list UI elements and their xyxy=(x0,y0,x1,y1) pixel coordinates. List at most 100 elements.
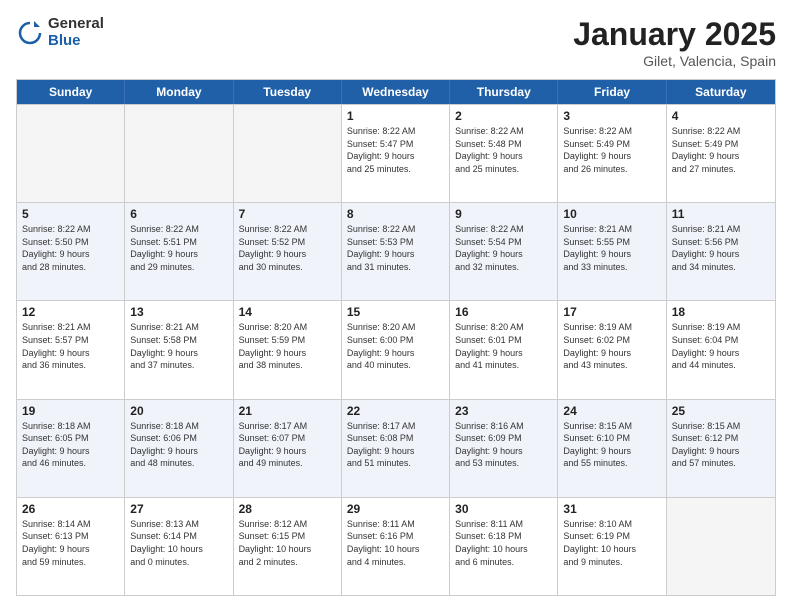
table-row: 7Sunrise: 8:22 AM Sunset: 5:52 PM Daylig… xyxy=(234,203,342,300)
table-row: 12 Sunrise: 8:21 AM Sunset: 5:57 PM Dayli… xyxy=(17,301,125,398)
day-number: 2 xyxy=(455,109,552,123)
logo-text: General Blue xyxy=(48,16,104,49)
day-number: 16 xyxy=(455,305,552,319)
day-number: 17 xyxy=(563,305,660,319)
day-number: 9 xyxy=(455,207,552,221)
table-row: 11 Sunrise: 8:21 AM Sunset: 5:56 PM Dayli… xyxy=(667,203,775,300)
header-wednesday: Wednesday xyxy=(342,80,450,104)
table-row: 27 Sunrise: 8:13 AM Sunset: 6:14 PM Dayli… xyxy=(125,498,233,595)
cell-info: Sunrise: 8:20 AM Sunset: 5:59 PM Dayligh… xyxy=(239,321,336,371)
logo: General Blue xyxy=(16,16,104,49)
cell-info: Sunrise: 8:16 AM Sunset: 6:09 PM Dayligh… xyxy=(455,420,552,470)
header-friday: Friday xyxy=(558,80,666,104)
table-row: 2Sunrise: 8:22 AM Sunset: 5:48 PM Daylig… xyxy=(450,105,558,202)
calendar-row-2: 12 Sunrise: 8:21 AM Sunset: 5:57 PM Dayli… xyxy=(17,300,775,398)
cell-info: Sunrise: 8:15 AM Sunset: 6:10 PM Dayligh… xyxy=(563,420,660,470)
day-number: 21 xyxy=(239,404,336,418)
table-row: 20 Sunrise: 8:18 AM Sunset: 6:06 PM Dayli… xyxy=(125,400,233,497)
day-number: 28 xyxy=(239,502,336,516)
day-number: 5 xyxy=(22,207,119,221)
title-block: January 2025 Gilet, Valencia, Spain xyxy=(573,16,776,69)
day-number: 3 xyxy=(563,109,660,123)
table-row xyxy=(125,105,233,202)
header-monday: Monday xyxy=(125,80,233,104)
day-number: 23 xyxy=(455,404,552,418)
table-row: 22 Sunrise: 8:17 AM Sunset: 6:08 PM Dayli… xyxy=(342,400,450,497)
cell-info: Sunrise: 8:19 AM Sunset: 6:04 PM Dayligh… xyxy=(672,321,770,371)
cell-info: Sunrise: 8:22 AM Sunset: 5:49 PM Dayligh… xyxy=(672,125,770,175)
cell-info: Sunrise: 8:22 AM Sunset: 5:50 PM Dayligh… xyxy=(22,223,119,273)
day-number: 10 xyxy=(563,207,660,221)
day-number: 1 xyxy=(347,109,444,123)
table-row: 24 Sunrise: 8:15 AM Sunset: 6:10 PM Dayli… xyxy=(558,400,666,497)
cell-info: Sunrise: 8:18 AM Sunset: 6:06 PM Dayligh… xyxy=(130,420,227,470)
calendar-row-4: 26 Sunrise: 8:14 AM Sunset: 6:13 PM Dayli… xyxy=(17,497,775,595)
page: General Blue January 2025 Gilet, Valenci… xyxy=(0,0,792,612)
cell-info: Sunrise: 8:15 AM Sunset: 6:12 PM Dayligh… xyxy=(672,420,770,470)
cell-info: Sunrise: 8:17 AM Sunset: 6:07 PM Dayligh… xyxy=(239,420,336,470)
day-number: 29 xyxy=(347,502,444,516)
logo-icon xyxy=(16,19,44,47)
day-number: 6 xyxy=(130,207,227,221)
day-number: 4 xyxy=(672,109,770,123)
day-number: 8 xyxy=(347,207,444,221)
table-row: 6Sunrise: 8:22 AM Sunset: 5:51 PM Daylig… xyxy=(125,203,233,300)
table-row: 16 Sunrise: 8:20 AM Sunset: 6:01 PM Dayli… xyxy=(450,301,558,398)
cell-info: Sunrise: 8:22 AM Sunset: 5:53 PM Dayligh… xyxy=(347,223,444,273)
header-sunday: Sunday xyxy=(17,80,125,104)
table-row: 14 Sunrise: 8:20 AM Sunset: 5:59 PM Dayli… xyxy=(234,301,342,398)
table-row: 18Sunrise: 8:19 AM Sunset: 6:04 PM Dayli… xyxy=(667,301,775,398)
calendar-title: January 2025 xyxy=(573,16,776,53)
cell-info: Sunrise: 8:18 AM Sunset: 6:05 PM Dayligh… xyxy=(22,420,119,470)
header-saturday: Saturday xyxy=(667,80,775,104)
cell-info: Sunrise: 8:11 AM Sunset: 6:18 PM Dayligh… xyxy=(455,518,552,568)
cell-info: Sunrise: 8:21 AM Sunset: 5:56 PM Dayligh… xyxy=(672,223,770,273)
day-number: 26 xyxy=(22,502,119,516)
day-number: 27 xyxy=(130,502,227,516)
calendar-subtitle: Gilet, Valencia, Spain xyxy=(573,53,776,69)
table-row: 25 Sunrise: 8:15 AM Sunset: 6:12 PM Dayli… xyxy=(667,400,775,497)
day-number: 22 xyxy=(347,404,444,418)
cell-info: Sunrise: 8:22 AM Sunset: 5:52 PM Dayligh… xyxy=(239,223,336,273)
cell-info: Sunrise: 8:14 AM Sunset: 6:13 PM Dayligh… xyxy=(22,518,119,568)
cell-info: Sunrise: 8:21 AM Sunset: 5:55 PM Dayligh… xyxy=(563,223,660,273)
table-row: 21 Sunrise: 8:17 AM Sunset: 6:07 PM Dayli… xyxy=(234,400,342,497)
cell-info: Sunrise: 8:19 AM Sunset: 6:02 PM Dayligh… xyxy=(563,321,660,371)
table-row: 15 Sunrise: 8:20 AM Sunset: 6:00 PM Dayli… xyxy=(342,301,450,398)
table-row: 5 Sunrise: 8:22 AM Sunset: 5:50 PM Daylig… xyxy=(17,203,125,300)
table-row xyxy=(234,105,342,202)
cell-info: Sunrise: 8:17 AM Sunset: 6:08 PM Dayligh… xyxy=(347,420,444,470)
table-row: 1 Sunrise: 8:22 AM Sunset: 5:47 PM Daylig… xyxy=(342,105,450,202)
day-number: 20 xyxy=(130,404,227,418)
day-number: 24 xyxy=(563,404,660,418)
cell-info: Sunrise: 8:21 AM Sunset: 5:57 PM Dayligh… xyxy=(22,321,119,371)
day-number: 19 xyxy=(22,404,119,418)
day-number: 14 xyxy=(239,305,336,319)
day-number: 12 xyxy=(22,305,119,319)
cell-info: Sunrise: 8:22 AM Sunset: 5:47 PM Dayligh… xyxy=(347,125,444,175)
table-row: 29Sunrise: 8:11 AM Sunset: 6:16 PM Dayli… xyxy=(342,498,450,595)
table-row: 19 Sunrise: 8:18 AM Sunset: 6:05 PM Dayli… xyxy=(17,400,125,497)
day-number: 30 xyxy=(455,502,552,516)
day-number: 31 xyxy=(563,502,660,516)
cell-info: Sunrise: 8:12 AM Sunset: 6:15 PM Dayligh… xyxy=(239,518,336,568)
header: General Blue January 2025 Gilet, Valenci… xyxy=(16,16,776,69)
table-row xyxy=(17,105,125,202)
table-row: 9Sunrise: 8:22 AM Sunset: 5:54 PM Daylig… xyxy=(450,203,558,300)
table-row: 28 Sunrise: 8:12 AM Sunset: 6:15 PM Dayli… xyxy=(234,498,342,595)
calendar-row-1: 5 Sunrise: 8:22 AM Sunset: 5:50 PM Daylig… xyxy=(17,202,775,300)
table-row: 31Sunrise: 8:10 AM Sunset: 6:19 PM Dayli… xyxy=(558,498,666,595)
header-tuesday: Tuesday xyxy=(234,80,342,104)
table-row xyxy=(667,498,775,595)
day-number: 25 xyxy=(672,404,770,418)
cell-info: Sunrise: 8:13 AM Sunset: 6:14 PM Dayligh… xyxy=(130,518,227,568)
table-row: 17 Sunrise: 8:19 AM Sunset: 6:02 PM Dayli… xyxy=(558,301,666,398)
day-number: 11 xyxy=(672,207,770,221)
table-row: 10 Sunrise: 8:21 AM Sunset: 5:55 PM Dayli… xyxy=(558,203,666,300)
cell-info: Sunrise: 8:21 AM Sunset: 5:58 PM Dayligh… xyxy=(130,321,227,371)
cell-info: Sunrise: 8:20 AM Sunset: 6:01 PM Dayligh… xyxy=(455,321,552,371)
cell-info: Sunrise: 8:20 AM Sunset: 6:00 PM Dayligh… xyxy=(347,321,444,371)
day-number: 15 xyxy=(347,305,444,319)
table-row: 3Sunrise: 8:22 AM Sunset: 5:49 PM Daylig… xyxy=(558,105,666,202)
calendar-row-3: 19 Sunrise: 8:18 AM Sunset: 6:05 PM Dayli… xyxy=(17,399,775,497)
